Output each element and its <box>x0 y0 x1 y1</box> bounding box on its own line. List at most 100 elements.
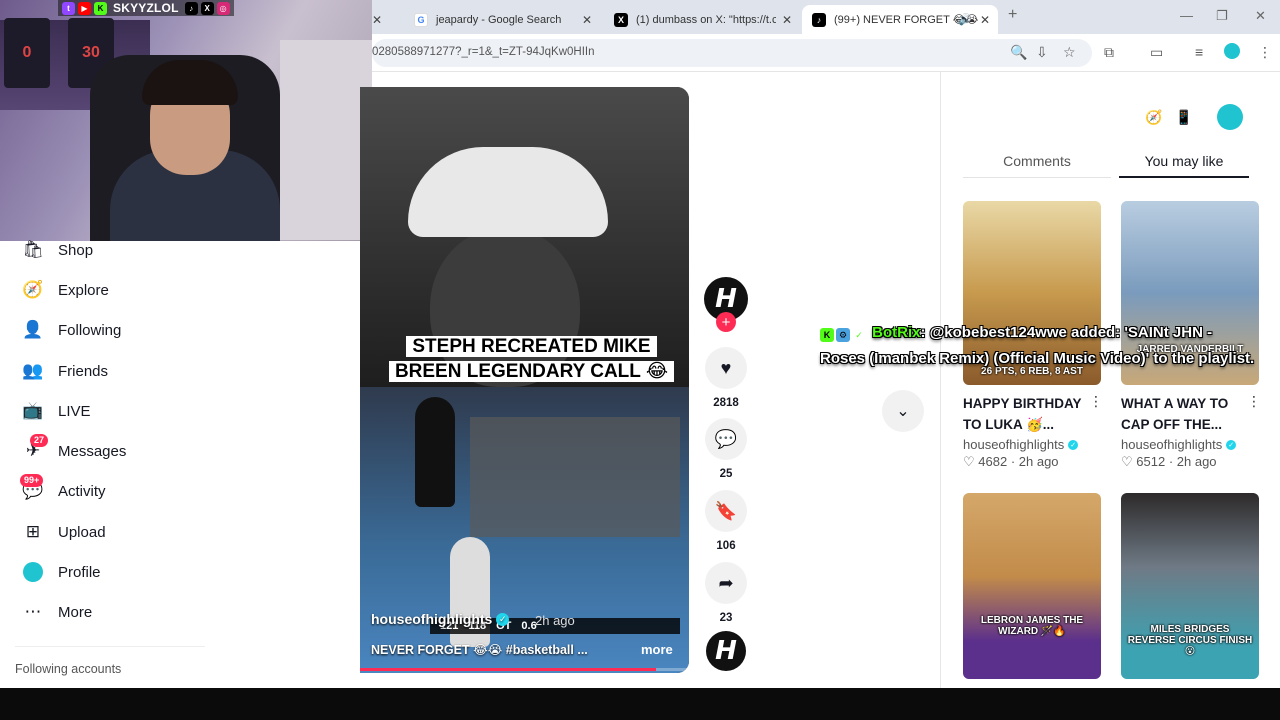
thumbnail-caption: LEBRON JAMES THE WIZARD 🪄🔥 <box>980 615 1084 637</box>
suggested-video-card[interactable]: MILES BRIDGES REVERSE CIRCUS FINISH 😮 <box>1121 493 1259 679</box>
card-author-name[interactable]: houseofhighlights <box>1121 437 1222 452</box>
sidebar-item-activity[interactable]: 💬 99+ Activity <box>20 474 106 503</box>
card-meta: ♡ 6512 · 2h ago <box>1121 454 1217 469</box>
like-button[interactable]: ♥ <box>705 347 747 389</box>
comment-icon: 💬 <box>714 428 738 449</box>
card-author-name[interactable]: houseofhighlights <box>963 437 1064 452</box>
zoom-icon[interactable]: 🔍 <box>1010 44 1027 61</box>
headline-line1: STEPH RECREATED MIKE <box>406 336 657 357</box>
sound-avatar[interactable]: H <box>706 631 746 671</box>
streamer-handle: SKYYZLOL <box>113 1 179 15</box>
google-favicon-icon: G <box>414 12 428 27</box>
bot-badge-icon: ⚙ <box>836 328 850 342</box>
sidebar-item-explore[interactable]: 🧭 Explore <box>22 278 108 302</box>
save-count: 106 <box>716 540 736 552</box>
tab-close-prev[interactable]: ✕ <box>372 5 384 34</box>
x-favicon-icon: X <box>614 12 628 27</box>
right-panel: 🧭 📱 Comments You may like 26 PTS, 6 REB,… <box>940 72 1280 688</box>
video-more-link[interactable]: more <box>641 642 673 657</box>
tab-close-icon[interactable]: ✕ <box>582 13 592 27</box>
upload-icon: ⊞ <box>25 522 41 541</box>
profile-avatar-icon[interactable] <box>1224 43 1240 59</box>
headline-line2: BREEN LEGENDARY CALL 😂 <box>388 361 675 382</box>
tab-label: jeapardy - Google Search <box>436 13 562 26</box>
media-control-icon[interactable]: ≡ <box>1195 44 1203 60</box>
profile-icon <box>22 561 44 583</box>
minimize-icon[interactable]: — <box>1180 8 1193 23</box>
video-thumbnail[interactable]: MILES BRIDGES REVERSE CIRCUS FINISH 😮 <box>1121 493 1259 679</box>
webcam-overlay: 0 30 t ▶ K SKYYZLOL ♪ X ◎ <box>0 0 372 241</box>
chat-username: BotRix <box>872 324 921 341</box>
tab-close-icon[interactable]: ✕ <box>980 13 990 27</box>
tiktok-icon: ♪ <box>184 1 198 15</box>
tab-tiktok[interactable]: ♪ (99+) NEVER FORGET 😂😭 🔊 ✕ <box>802 5 998 34</box>
card-menu-icon[interactable]: ⋮ <box>1247 393 1261 410</box>
new-tab-icon[interactable]: + <box>1008 6 1017 24</box>
card-author[interactable]: houseofhighlights ✓ <box>1121 437 1259 452</box>
following-accounts-heading: Following accounts <box>15 662 122 676</box>
tab-you-may-like[interactable]: You may like <box>1119 144 1249 178</box>
sidebar-item-friends[interactable]: 👥 Friends <box>22 359 108 383</box>
video-crowd <box>470 417 680 537</box>
x-icon: X <box>200 1 214 15</box>
profile-avatar-icon[interactable] <box>1217 104 1243 130</box>
video-progress-fill <box>360 668 657 671</box>
bookmark-star-icon[interactable]: ☆ <box>1063 44 1076 61</box>
suggested-video-card[interactable]: LEBRON JAMES THE WIZARD 🪄🔥 <box>963 493 1101 679</box>
stream-chat-overlay: K ⚙ ✓ BotRix: @kobebest124wwe added: 'SAIN… <box>820 320 1260 372</box>
card-title[interactable]: WHAT A WAY TO CAP OFF THE... <box>1121 393 1249 435</box>
sidebar-item-messages[interactable]: ✈ 27 Messages <box>22 434 127 463</box>
save-button[interactable]: 🔖 <box>705 490 747 532</box>
sidebar-item-upload[interactable]: ⊞ Upload <box>22 520 106 544</box>
video-thumbnail[interactable]: LEBRON JAMES THE WIZARD 🪄🔥 <box>963 493 1101 679</box>
tab-x-post[interactable]: X (1) dumbass on X: "https://t.co/ ✕ <box>604 5 800 34</box>
window-close-icon[interactable]: ✕ <box>1255 8 1266 24</box>
tab-google-search[interactable]: G jeapardy - Google Search ✕ <box>404 5 600 34</box>
tiktok-favicon-icon: ♪ <box>812 12 826 27</box>
video-player[interactable]: STEPH RECREATED MIKE BREEN LEGENDARY CAL… <box>360 87 689 673</box>
webcam-bed <box>280 40 372 240</box>
comment-button[interactable]: 💬 <box>705 418 747 460</box>
thumbnail-caption: MILES BRIDGES REVERSE CIRCUS FINISH 😮 <box>1127 624 1253 657</box>
extensions-icon[interactable]: ⧉ <box>1104 44 1114 61</box>
card-menu-icon[interactable]: ⋮ <box>1089 393 1103 410</box>
sidebar-item-label: Friends <box>58 362 109 380</box>
card-author[interactable]: houseofhighlights ✓ <box>963 437 1101 452</box>
video-player-figure <box>415 397 455 507</box>
follow-plus-icon[interactable]: + <box>716 312 736 332</box>
sidebar-item-profile[interactable]: Profile <box>22 560 101 584</box>
verified-icon: ✓ <box>496 612 510 626</box>
video-author[interactable]: houseofhighlights ✓ <box>371 611 510 627</box>
next-video-button[interactable]: ⌄ <box>882 390 924 432</box>
sidebar-item-more[interactable]: ⋯ More <box>22 600 93 624</box>
phone-icon[interactable]: 📱 <box>1171 104 1197 130</box>
compass-icon[interactable]: 🧭 <box>1141 104 1167 130</box>
sidebar-item-shop[interactable]: 🛍 Shop <box>22 238 93 262</box>
video-author-name[interactable]: houseofhighlights <box>371 611 492 627</box>
following-icon: 👤 <box>22 320 44 339</box>
sidebar-item-label: Activity <box>58 482 106 500</box>
activity-icon: 💬 99+ <box>20 474 44 502</box>
sidepanel-icon[interactable]: ▭ <box>1150 44 1163 61</box>
card-title[interactable]: HAPPY BIRTHDAY TO LUKA 🥳... <box>963 393 1091 435</box>
divider <box>15 646 205 647</box>
address-url[interactable]: 0280588971277?_r=1&_t=ZT-94JqKw0HIIn <box>372 46 595 58</box>
live-icon: 📺 <box>22 401 44 420</box>
video-progress-bar[interactable] <box>360 668 689 671</box>
sidebar-item-following[interactable]: 👤 Following <box>22 318 121 342</box>
card-meta: ♡ 4682 · 2h ago <box>963 454 1059 469</box>
maximize-icon[interactable]: ❐ <box>1216 8 1228 24</box>
card-likes: 6512 <box>1136 454 1166 469</box>
tab-close-icon[interactable]: ✕ <box>782 13 792 27</box>
menu-dots-icon[interactable]: ⋮ <box>1258 44 1272 61</box>
messages-badge: 27 <box>30 434 49 447</box>
install-app-icon[interactable]: ⇩ <box>1036 44 1048 61</box>
sidebar-item-label: Upload <box>58 523 106 541</box>
verified-badge-icon: ✓ <box>855 330 863 340</box>
tab-comments[interactable]: Comments <box>963 144 1111 178</box>
sidebar-item-label: Messages <box>58 442 127 460</box>
card-likes: 4682 <box>978 454 1008 469</box>
share-button[interactable]: ➦ <box>705 562 747 604</box>
speaker-icon[interactable]: 🔊 <box>958 13 972 26</box>
sidebar-item-live[interactable]: 📺 LIVE <box>22 399 90 423</box>
